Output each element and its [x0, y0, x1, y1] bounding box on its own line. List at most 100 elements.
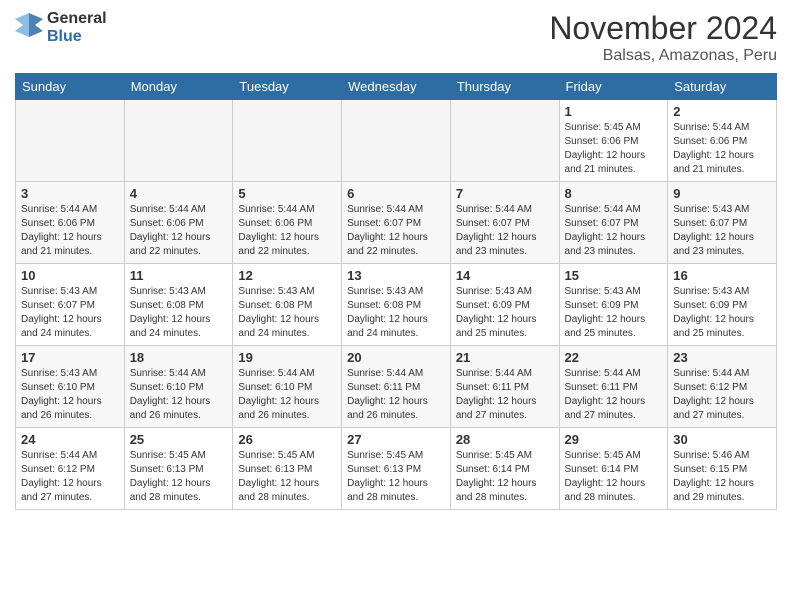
day-number: 18 — [130, 350, 228, 365]
calendar-cell: 18 Sunrise: 5:44 AMSunset: 6:10 PMDayligh… — [124, 346, 233, 428]
day-number: 11 — [130, 268, 228, 283]
calendar-cell: 12 Sunrise: 5:43 AMSunset: 6:08 PMDayligh… — [233, 264, 342, 346]
day-info: Sunrise: 5:44 AMSunset: 6:07 PMDaylight:… — [347, 203, 445, 259]
day-info: Sunrise: 5:43 AMSunset: 6:07 PMDaylight:… — [21, 285, 119, 341]
day-info: Sunrise: 5:45 AMSunset: 6:06 PMDaylight:… — [565, 121, 663, 177]
day-number: 2 — [673, 104, 771, 119]
calendar-cell: 6 Sunrise: 5:44 AMSunset: 6:07 PMDaylight… — [342, 182, 451, 264]
day-number: 10 — [21, 268, 119, 283]
calendar-cell: 7 Sunrise: 5:44 AMSunset: 6:07 PMDaylight… — [450, 182, 559, 264]
day-number: 27 — [347, 432, 445, 447]
day-number: 22 — [565, 350, 663, 365]
calendar-cell: 27 Sunrise: 5:45 AMSunset: 6:13 PMDayligh… — [342, 428, 451, 510]
calendar-cell: 15 Sunrise: 5:43 AMSunset: 6:09 PMDayligh… — [559, 264, 668, 346]
calendar-cell: 3 Sunrise: 5:44 AMSunset: 6:06 PMDaylight… — [16, 182, 125, 264]
weekday-header-tuesday: Tuesday — [233, 74, 342, 100]
calendar-cell: 5 Sunrise: 5:44 AMSunset: 6:06 PMDaylight… — [233, 182, 342, 264]
weekday-header-wednesday: Wednesday — [342, 74, 451, 100]
calendar-cell: 8 Sunrise: 5:44 AMSunset: 6:07 PMDaylight… — [559, 182, 668, 264]
weekday-header-thursday: Thursday — [450, 74, 559, 100]
day-info: Sunrise: 5:44 AMSunset: 6:10 PMDaylight:… — [238, 367, 336, 423]
week-row-5: 24Sunrise: 5:44 AMSunset: 6:12 PMDayligh… — [16, 428, 777, 510]
calendar-cell: 17 Sunrise: 5:43 AMSunset: 6:10 PMDayligh… — [16, 346, 125, 428]
day-number: 30 — [673, 432, 771, 447]
day-info: Sunrise: 5:44 AMSunset: 6:07 PMDaylight:… — [565, 203, 663, 259]
calendar-table: SundayMondayTuesdayWednesdayThursdayFrid… — [15, 73, 777, 510]
calendar-cell: 1 Sunrise: 5:45 AMSunset: 6:06 PMDaylight… — [559, 100, 668, 182]
calendar-cell: 2 Sunrise: 5:44 AMSunset: 6:06 PMDaylight… — [668, 100, 777, 182]
day-number: 25 — [130, 432, 228, 447]
day-info: Sunrise: 5:46 AMSunset: 6:15 PMDaylight:… — [673, 449, 771, 505]
day-info: Sunrise: 5:44 AMSunset: 6:10 PMDaylight:… — [130, 367, 228, 423]
day-info: Sunrise: 5:43 AMSunset: 6:08 PMDaylight:… — [238, 285, 336, 341]
day-number: 28 — [456, 432, 554, 447]
day-info: Sunrise: 5:44 AMSunset: 6:06 PMDaylight:… — [673, 121, 771, 177]
month-title: November 2024 — [549, 10, 777, 47]
logo-bird-icon — [15, 11, 43, 44]
weekday-header-friday: Friday — [559, 74, 668, 100]
day-number: 5 — [238, 186, 336, 201]
day-number: 1 — [565, 104, 663, 119]
week-row-4: 17 Sunrise: 5:43 AMSunset: 6:10 PMDayligh… — [16, 346, 777, 428]
calendar-cell: 19Sunrise: 5:44 AMSunset: 6:10 PMDayligh… — [233, 346, 342, 428]
day-info: Sunrise: 5:44 AMSunset: 6:11 PMDaylight:… — [347, 367, 445, 423]
calendar-cell: 13 Sunrise: 5:43 AMSunset: 6:08 PMDayligh… — [342, 264, 451, 346]
weekday-header-row: SundayMondayTuesdayWednesdayThursdayFrid… — [16, 74, 777, 100]
calendar-cell — [342, 100, 451, 182]
calendar-cell: 30 Sunrise: 5:46 AMSunset: 6:15 PMDayligh… — [668, 428, 777, 510]
calendar-cell — [450, 100, 559, 182]
calendar-cell — [16, 100, 125, 182]
day-info: Sunrise: 5:45 AMSunset: 6:14 PMDaylight:… — [456, 449, 554, 505]
calendar-cell: 28 Sunrise: 5:45 AMSunset: 6:14 PMDayligh… — [450, 428, 559, 510]
day-number: 8 — [565, 186, 663, 201]
day-info: Sunrise: 5:44 AMSunset: 6:11 PMDaylight:… — [565, 367, 663, 423]
day-info: Sunrise: 5:43 AMSunset: 6:08 PMDaylight:… — [130, 285, 228, 341]
day-number: 4 — [130, 186, 228, 201]
calendar-cell: 23 Sunrise: 5:44 AMSunset: 6:12 PMDayligh… — [668, 346, 777, 428]
calendar-cell: 11 Sunrise: 5:43 AMSunset: 6:08 PMDayligh… — [124, 264, 233, 346]
day-info: Sunrise: 5:44 AMSunset: 6:11 PMDaylight:… — [456, 367, 554, 423]
calendar-cell: 14Sunrise: 5:43 AMSunset: 6:09 PMDayligh… — [450, 264, 559, 346]
day-number: 7 — [456, 186, 554, 201]
header: General Blue November 2024 Balsas, Amazo… — [15, 10, 777, 65]
calendar-cell: 24Sunrise: 5:44 AMSunset: 6:12 PMDayligh… — [16, 428, 125, 510]
weekday-header-sunday: Sunday — [16, 74, 125, 100]
day-info: Sunrise: 5:43 AMSunset: 6:09 PMDaylight:… — [565, 285, 663, 341]
day-info: Sunrise: 5:44 AMSunset: 6:06 PMDaylight:… — [21, 203, 119, 259]
day-info: Sunrise: 5:43 AMSunset: 6:10 PMDaylight:… — [21, 367, 119, 423]
day-info: Sunrise: 5:45 AMSunset: 6:13 PMDaylight:… — [238, 449, 336, 505]
day-number: 21 — [456, 350, 554, 365]
day-info: Sunrise: 5:44 AMSunset: 6:07 PMDaylight:… — [456, 203, 554, 259]
day-number: 12 — [238, 268, 336, 283]
logo: General Blue — [15, 10, 107, 45]
calendar-cell — [124, 100, 233, 182]
day-info: Sunrise: 5:44 AMSunset: 6:12 PMDaylight:… — [21, 449, 119, 505]
calendar-cell: 10 Sunrise: 5:43 AMSunset: 6:07 PMDayligh… — [16, 264, 125, 346]
calendar-cell: 4Sunrise: 5:44 AMSunset: 6:06 PMDaylight… — [124, 182, 233, 264]
day-info: Sunrise: 5:44 AMSunset: 6:06 PMDaylight:… — [238, 203, 336, 259]
day-number: 16 — [673, 268, 771, 283]
calendar-cell: 26Sunrise: 5:45 AMSunset: 6:13 PMDayligh… — [233, 428, 342, 510]
week-row-1: 1 Sunrise: 5:45 AMSunset: 6:06 PMDaylight… — [16, 100, 777, 182]
logo-general: General — [47, 10, 107, 28]
day-info: Sunrise: 5:43 AMSunset: 6:08 PMDaylight:… — [347, 285, 445, 341]
page-container: General Blue November 2024 Balsas, Amazo… — [0, 0, 792, 520]
weekday-header-monday: Monday — [124, 74, 233, 100]
day-number: 15 — [565, 268, 663, 283]
day-info: Sunrise: 5:44 AMSunset: 6:12 PMDaylight:… — [673, 367, 771, 423]
day-info: Sunrise: 5:45 AMSunset: 6:14 PMDaylight:… — [565, 449, 663, 505]
day-number: 3 — [21, 186, 119, 201]
week-row-3: 10 Sunrise: 5:43 AMSunset: 6:07 PMDayligh… — [16, 264, 777, 346]
calendar-cell: 29Sunrise: 5:45 AMSunset: 6:14 PMDayligh… — [559, 428, 668, 510]
day-number: 23 — [673, 350, 771, 365]
day-info: Sunrise: 5:45 AMSunset: 6:13 PMDaylight:… — [347, 449, 445, 505]
calendar-cell: 16Sunrise: 5:43 AMSunset: 6:09 PMDayligh… — [668, 264, 777, 346]
day-number: 20 — [347, 350, 445, 365]
day-number: 9 — [673, 186, 771, 201]
week-row-2: 3 Sunrise: 5:44 AMSunset: 6:06 PMDaylight… — [16, 182, 777, 264]
calendar-cell: 9Sunrise: 5:43 AMSunset: 6:07 PMDaylight… — [668, 182, 777, 264]
day-number: 13 — [347, 268, 445, 283]
calendar-cell — [233, 100, 342, 182]
day-number: 17 — [21, 350, 119, 365]
day-number: 6 — [347, 186, 445, 201]
